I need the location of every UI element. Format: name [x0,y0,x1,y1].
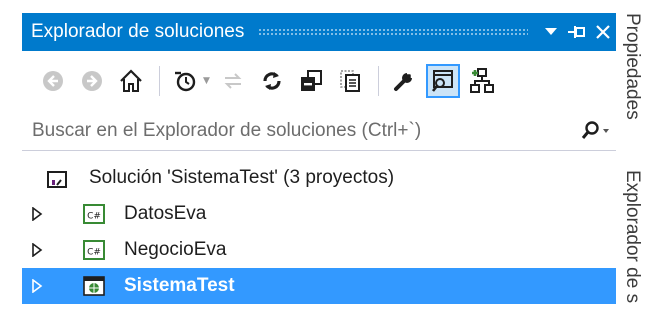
solution-tree: Solución 'SistemaTest' (3 proyectos) C# … [22,160,616,304]
tree-item-project[interactable]: C# DatosEva [22,196,616,232]
search-icon [581,120,609,139]
panel-titlebar[interactable]: Explorador de soluciones [22,13,616,51]
web-project-icon [83,276,105,296]
svg-text:C#: C# [87,248,101,258]
home-icon [120,69,142,92]
search-input[interactable] [22,112,576,149]
csharp-project-icon: C# [83,240,105,260]
back-button[interactable] [36,64,70,98]
close-button[interactable] [590,13,616,51]
toolbar-separator [377,66,379,96]
tree-item-project-selected[interactable]: SistemaTest [22,268,616,304]
show-all-files-icon [340,70,360,92]
chevron-down-icon[interactable]: ▼ [203,76,210,86]
panel-title: Explorador de soluciones [31,21,245,42]
forward-button[interactable] [75,64,109,98]
tree-item-project[interactable]: C# NegocioEva [22,232,616,268]
collapse-all-icon [300,70,322,91]
side-tab-strip: Propiedades Explorador de s [618,10,650,318]
tree-item-label: SistemaTest [124,275,235,296]
home-button[interactable] [114,64,148,98]
search-button[interactable] [576,114,616,148]
back-icon [43,71,63,91]
show-all-files-button[interactable] [333,64,367,98]
collapse-all-button[interactable] [294,64,328,98]
solution-icon [47,171,67,188]
tree-item-solution[interactable]: Solución 'SistemaTest' (3 proyectos) [22,160,616,196]
drag-grip[interactable] [258,27,528,37]
expand-arrow-icon[interactable] [30,207,44,221]
expand-arrow-icon[interactable] [30,279,44,293]
solution-explorer-toolbar: ▼ [22,57,616,105]
tree-item-label: Solución 'SistemaTest' (3 proyectos) [89,167,395,188]
close-icon [596,25,610,39]
pin-icon [568,26,585,38]
tab-solution-explorer[interactable]: Explorador de s [621,170,643,303]
tab-properties[interactable]: Propiedades [621,13,643,120]
forward-icon [82,71,102,91]
csharp-project-icon: C# [83,204,105,224]
sync-icon [224,73,242,89]
pending-changes-filter-icon [175,71,196,92]
window-position-dropdown-button[interactable] [538,13,564,51]
toolbar-separator [159,66,160,96]
view-class-diagram-button[interactable] [465,64,499,98]
expand-arrow-icon[interactable] [30,243,44,257]
refresh-button[interactable] [255,64,289,98]
solution-explorer-window: Explorador de soluciones ▼ Buscar en el … [0,0,650,318]
tree-item-label: NegocioEva [124,239,227,260]
tree-item-label: DatosEva [124,203,207,224]
pending-changes-filter-button[interactable] [168,64,202,98]
wrench-icon [393,71,414,91]
dropdown-arrow-icon [545,28,557,35]
refresh-icon [263,72,281,90]
auto-hide-pin-button[interactable] [564,13,590,51]
class-view-icon [469,68,494,93]
svg-text:C#: C# [87,212,101,222]
preview-selected-items-button[interactable] [425,64,460,98]
properties-button[interactable] [387,64,421,98]
search-box [22,111,616,151]
preview-icon [431,70,453,92]
sync-with-active-document-button[interactable] [216,64,250,98]
